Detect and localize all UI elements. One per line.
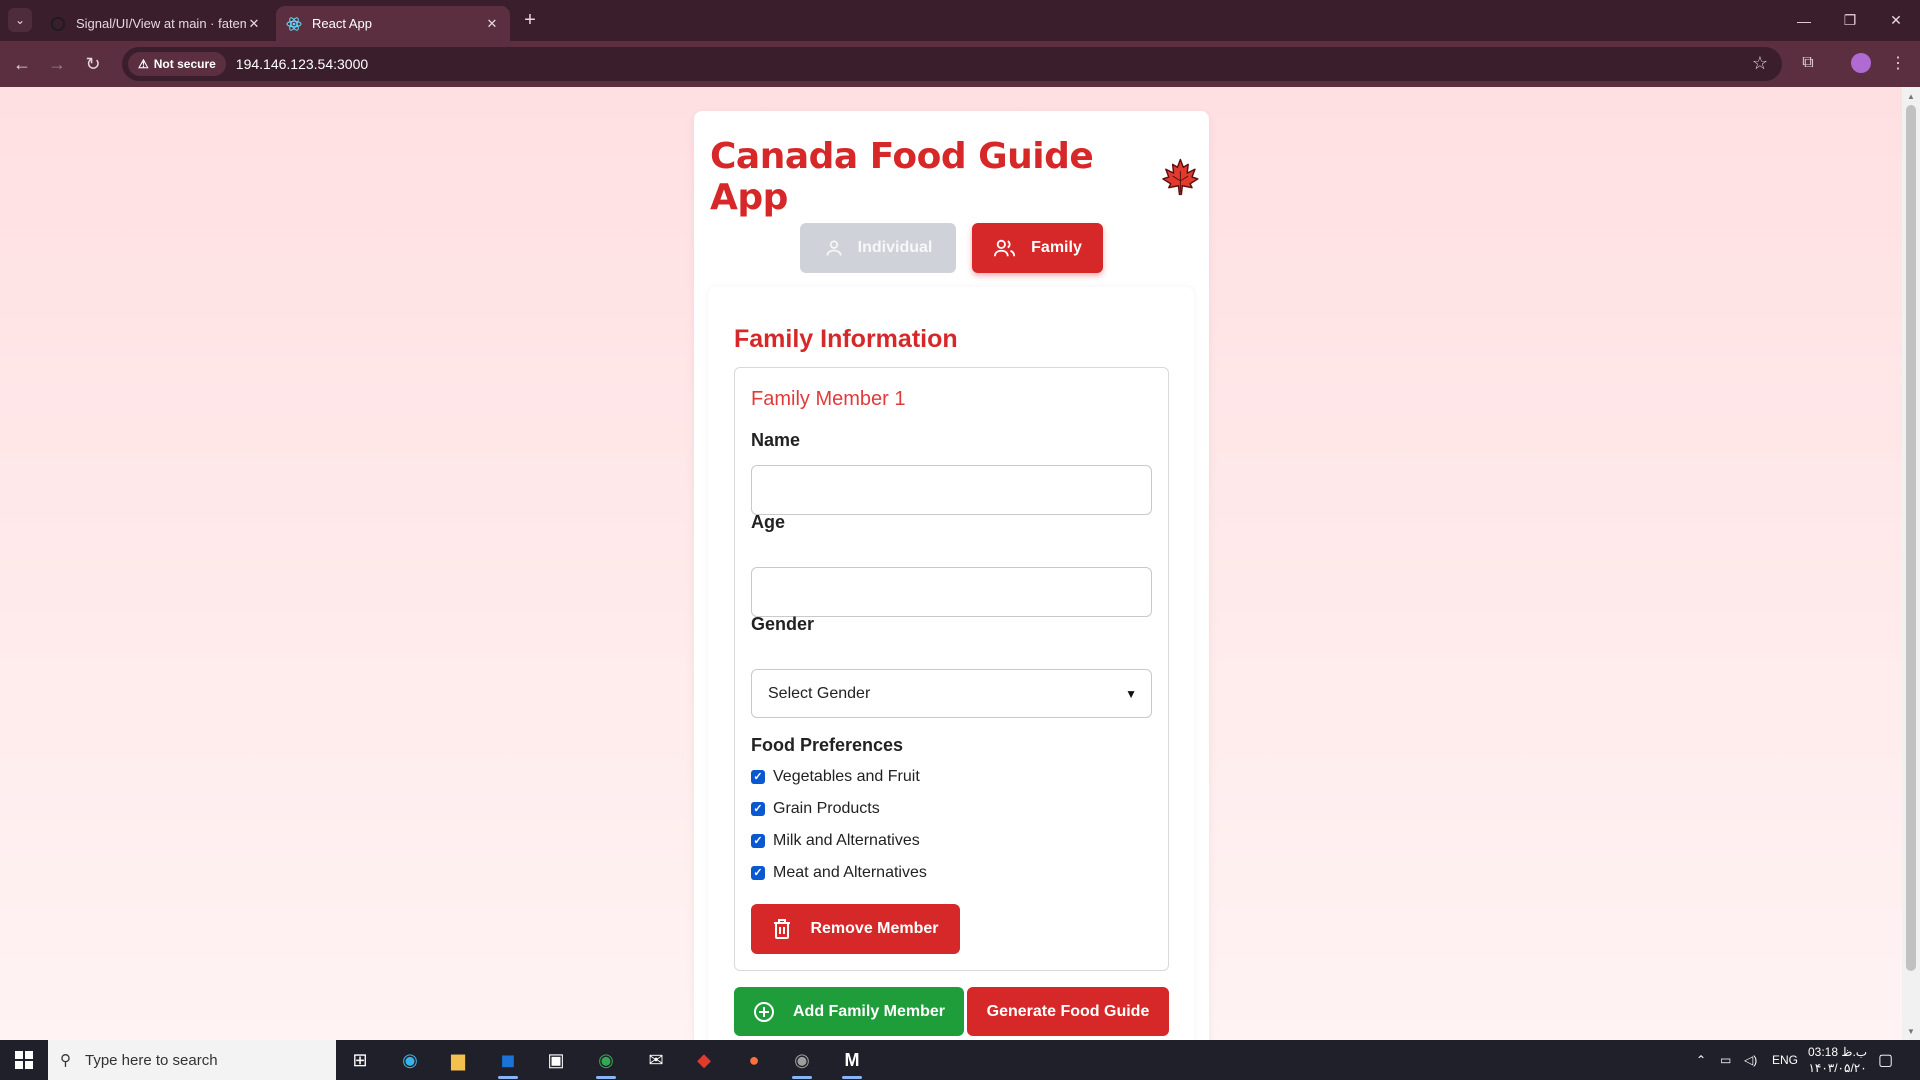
plus-circle-icon (753, 1001, 774, 1022)
page-scrollbar[interactable]: ▲ ▼ (1902, 87, 1920, 1040)
app-title: Canada Food Guide App (710, 136, 1200, 218)
gender-select[interactable]: Select Gender ▼ (751, 669, 1152, 718)
panel-title: Family Information (734, 325, 958, 353)
edge-icon[interactable]: ◉ (390, 1045, 430, 1075)
member-title: Family Member 1 (751, 388, 906, 410)
url-text: 194.146.123.54:3000 (235, 56, 369, 72)
extensions-icon[interactable]: ⧉ (1794, 49, 1822, 77)
generate-food-guide-button[interactable]: Generate Food Guide (967, 987, 1169, 1036)
maple-leaf-icon (1162, 158, 1199, 196)
browser-toolbar: ← → ↻ ⚠ Not secure 194.146.123.54:3000 ☆ (0, 41, 1920, 87)
name-label: Name (751, 430, 801, 450)
checkbox-checked-icon[interactable]: ✓ (751, 802, 765, 816)
individual-mode-button[interactable]: Individual (800, 223, 956, 273)
close-tab-icon[interactable]: ✕ (246, 16, 262, 32)
family-mode-button[interactable]: Family (972, 223, 1103, 273)
github-icon (50, 16, 66, 32)
gender-select-value: Select Gender (768, 684, 871, 702)
firefox-icon[interactable]: ● (734, 1045, 774, 1075)
page-viewport: Canada Food Guide App Individual Family … (0, 87, 1902, 1040)
chrome-profile-icon[interactable]: ◉ (586, 1045, 626, 1079)
show-hidden-icons[interactable]: ⌃ (1696, 1040, 1706, 1080)
preference-item[interactable]: ✓ Milk and Alternatives (751, 832, 920, 850)
family-member-card: Family Member 1 Name Age Gender Select G… (734, 367, 1169, 971)
store-icon[interactable]: ▣ (536, 1045, 576, 1075)
preference-item[interactable]: ✓ Vegetables and Fruit (751, 768, 920, 786)
close-tab-icon[interactable]: ✕ (484, 16, 500, 32)
tab-search-button[interactable]: ⌄ (8, 8, 32, 32)
mail-icon[interactable]: ✉ (636, 1045, 676, 1075)
file-explorer-icon[interactable]: ▆ (438, 1045, 478, 1075)
react-icon (286, 16, 302, 32)
browser-menu-icon[interactable]: ⋮ (1884, 49, 1912, 77)
clock[interactable]: 03:18 ب.ظ ۱۴۰۳/۰۵/۲۰ (1808, 1040, 1867, 1080)
network-icon[interactable]: ▭ (1720, 1040, 1731, 1080)
family-information-panel: Family Information Family Member 1 Name … (708, 287, 1194, 1040)
outlook-icon[interactable]: ◼ (488, 1045, 528, 1079)
checkbox-checked-icon[interactable]: ✓ (751, 834, 765, 848)
name-input[interactable] (751, 465, 1152, 515)
age-label: Age (751, 512, 786, 532)
search-icon: ⚲ (60, 1052, 71, 1069)
close-window-icon[interactable]: ✕ (1874, 0, 1918, 41)
trash-icon (774, 919, 791, 939)
tab-title: Signal/UI/View at main · fateme (76, 16, 246, 31)
notifications-icon[interactable]: ▢ (1878, 1040, 1893, 1080)
volume-icon[interactable]: ◁) (1744, 1040, 1757, 1080)
browser-tab-react-app[interactable]: React App ✕ (276, 6, 510, 41)
reload-icon[interactable]: ↻ (79, 50, 107, 78)
windows-start-icon[interactable] (0, 1040, 48, 1080)
clock-date: ۱۴۰۳/۰۵/۲۰ (1808, 1061, 1867, 1075)
profile-avatar[interactable] (1851, 53, 1871, 73)
browser-tab-bar: ⌄ Signal/UI/View at main · fateme ✕ Reac… (0, 0, 1920, 41)
app-icon-m[interactable]: M (832, 1045, 872, 1079)
remove-member-button[interactable]: Remove Member (751, 904, 960, 954)
checkbox-checked-icon[interactable]: ✓ (751, 866, 765, 880)
browser-tab-github[interactable]: Signal/UI/View at main · fateme ✕ (40, 6, 272, 41)
taskbar-search-box[interactable]: ⚲ Type here to search (48, 1040, 336, 1080)
restore-icon[interactable]: ❐ (1828, 0, 1872, 41)
back-icon[interactable]: ← (8, 50, 36, 78)
scrollbar-thumb[interactable] (1906, 105, 1916, 971)
minimize-icon[interactable]: — (1782, 0, 1826, 41)
forward-icon[interactable]: → (43, 50, 71, 78)
age-input[interactable] (751, 567, 1152, 617)
app-card: Canada Food Guide App Individual Family … (694, 111, 1209, 1040)
food-preferences-title: Food Preferences (751, 735, 904, 755)
new-tab-button[interactable]: + (518, 8, 542, 32)
add-family-member-button[interactable]: Add Family Member (734, 987, 964, 1036)
clock-time: 03:18 ب.ظ (1808, 1045, 1868, 1059)
preference-item[interactable]: ✓ Meat and Alternatives (751, 864, 927, 882)
warning-icon: ⚠ (138, 57, 149, 71)
security-chip[interactable]: ⚠ Not secure (128, 52, 226, 76)
chrome-icon[interactable]: ◉ (782, 1045, 822, 1079)
tab-title: React App (312, 16, 372, 31)
app-icon-red[interactable]: ◆ (684, 1045, 724, 1075)
chevron-down-icon: ▼ (1125, 686, 1137, 701)
address-bar[interactable]: ⚠ Not secure 194.146.123.54:3000 ☆ (122, 47, 1782, 81)
scroll-up-icon[interactable]: ▲ (1906, 91, 1916, 101)
scroll-down-icon[interactable]: ▼ (1906, 1026, 1916, 1036)
checkbox-checked-icon[interactable]: ✓ (751, 770, 765, 784)
bookmark-star-icon[interactable]: ☆ (1752, 53, 1768, 74)
task-view-icon[interactable]: ⊞ (340, 1045, 380, 1075)
users-icon (994, 239, 1016, 257)
preference-item[interactable]: ✓ Grain Products (751, 800, 880, 818)
gender-label: Gender (751, 614, 815, 634)
windows-taskbar: ⚲ Type here to search (0, 1040, 1920, 1080)
language-indicator[interactable]: ENG (1772, 1040, 1798, 1080)
user-icon (826, 240, 842, 256)
